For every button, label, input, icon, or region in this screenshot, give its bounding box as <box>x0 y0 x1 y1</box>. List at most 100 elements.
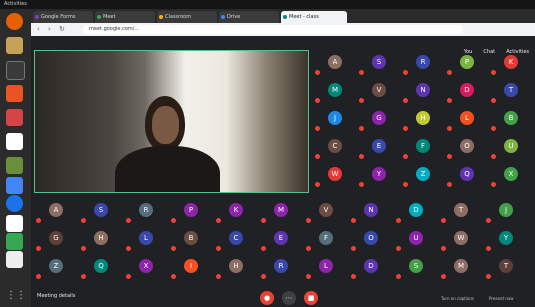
participant-tile[interactable]: N <box>401 82 446 105</box>
participant-tile[interactable]: W <box>313 166 358 189</box>
participant-tile[interactable]: J <box>484 202 529 225</box>
forward-icon[interactable]: › <box>48 25 51 34</box>
participant-tile[interactable]: U <box>489 138 534 161</box>
participant-tile[interactable]: T <box>484 258 529 281</box>
app-icon[interactable] <box>6 109 23 126</box>
participant-tile[interactable]: D <box>394 202 439 225</box>
avatar: F <box>416 139 430 153</box>
participant-tile[interactable]: E <box>259 230 304 253</box>
participant-tile[interactable]: C <box>214 230 259 253</box>
participant-tile[interactable]: Z <box>34 258 79 281</box>
docs-icon[interactable] <box>6 177 23 194</box>
more-options-button[interactable]: ⋯ <box>282 291 296 305</box>
participant-tile[interactable]: M <box>313 82 358 105</box>
browser-tab[interactable]: Google Forms <box>33 11 93 23</box>
mic-off-button[interactable]: ● <box>260 291 274 305</box>
software-icon[interactable] <box>6 85 23 102</box>
participant-tile[interactable]: B <box>169 230 214 253</box>
participant-tile[interactable]: V <box>357 82 402 105</box>
participant-tile[interactable]: Y <box>357 166 402 189</box>
participant-tile[interactable]: S <box>394 258 439 281</box>
participant-tile[interactable]: Y <box>484 230 529 253</box>
reload-icon[interactable]: ↻ <box>59 25 65 34</box>
slides-icon[interactable] <box>6 251 23 268</box>
participant-tile[interactable]: S <box>79 202 124 225</box>
participant-tile[interactable]: H <box>79 230 124 253</box>
participant-tile[interactable]: P <box>169 202 214 225</box>
address-bar-row: ‹ › ↻ meet.google.com/... <box>31 23 535 36</box>
avatar: Y <box>372 167 386 181</box>
participant-tile[interactable]: I <box>169 258 214 281</box>
participant-tile[interactable]: L <box>445 110 490 133</box>
participant-tile[interactable]: R <box>124 202 169 225</box>
participant-tile[interactable]: N <box>349 202 394 225</box>
participant-tile[interactable]: B <box>489 110 534 133</box>
participant-tile[interactable]: F <box>304 230 349 253</box>
participant-tile[interactable]: C <box>313 138 358 161</box>
participant-tile[interactable]: K <box>214 202 259 225</box>
participant-tile[interactable]: L <box>304 258 349 281</box>
participant-tile[interactable]: H <box>214 258 259 281</box>
browser-tab[interactable]: Meet <box>95 11 155 23</box>
participant-tile[interactable]: D <box>349 258 394 281</box>
participant-tile[interactable]: T <box>489 82 534 105</box>
participant-tile[interactable]: F <box>401 138 446 161</box>
files-icon[interactable] <box>6 37 23 54</box>
mic-muted-icon <box>306 274 311 279</box>
mic-muted-icon <box>36 218 41 223</box>
participant-tile[interactable]: H <box>401 110 446 133</box>
back-icon[interactable]: ‹ <box>37 25 40 34</box>
captions-button[interactable]: Turn on captions <box>441 296 474 301</box>
browser-tab[interactable]: Classroom <box>157 11 217 23</box>
calendar-icon[interactable] <box>6 157 23 174</box>
present-now-button[interactable]: Present now <box>489 296 514 301</box>
camera-off-button[interactable]: ■ <box>304 291 318 305</box>
avatar: D <box>409 203 423 217</box>
participant-tile[interactable]: E <box>357 138 402 161</box>
participant-tile[interactable]: M <box>439 258 484 281</box>
mic-muted-icon <box>351 246 356 251</box>
avatar: C <box>229 231 243 245</box>
activities-label[interactable]: Activities <box>4 0 27 9</box>
mic-muted-icon <box>171 246 176 251</box>
participant-tile[interactable]: Z <box>401 166 446 189</box>
participant-tile[interactable]: T <box>439 202 484 225</box>
participant-tile[interactable]: U <box>394 230 439 253</box>
avatar: P <box>460 55 474 69</box>
participant-tile[interactable]: J <box>313 110 358 133</box>
participant-tile[interactable]: Q <box>79 258 124 281</box>
participant-tile[interactable]: A <box>34 202 79 225</box>
participant-tile[interactable]: O <box>445 138 490 161</box>
docs-icon[interactable] <box>6 133 23 150</box>
participant-tile[interactable]: G <box>357 110 402 133</box>
firefox-icon[interactable] <box>6 13 23 30</box>
participant-tile[interactable]: Q <box>445 166 490 189</box>
participant-tile[interactable]: P <box>445 54 490 77</box>
participant-tile[interactable]: R <box>401 54 446 77</box>
participant-tile[interactable]: D <box>445 82 490 105</box>
tab-favicon <box>283 15 287 19</box>
browser-tab-active[interactable]: Meet - class <box>281 11 347 23</box>
participant-tile[interactable]: G <box>34 230 79 253</box>
participant-tile[interactable]: O <box>349 230 394 253</box>
participant-tile[interactable]: W <box>439 230 484 253</box>
browser-tab[interactable]: Drive <box>219 11 279 23</box>
participant-tile[interactable]: M <box>259 202 304 225</box>
participant-tile[interactable]: V <box>304 202 349 225</box>
url-input[interactable]: meet.google.com/... <box>83 25 463 34</box>
participant-tile[interactable]: A <box>313 54 358 77</box>
meeting-details-link[interactable]: Meeting details <box>37 293 75 299</box>
presenter-video[interactable] <box>34 50 309 193</box>
participant-tile[interactable]: X <box>489 166 534 189</box>
participant-tile[interactable]: S <box>357 54 402 77</box>
mic-muted-icon <box>441 218 446 223</box>
participant-tile[interactable]: X <box>124 258 169 281</box>
terminal-icon[interactable] <box>6 61 25 80</box>
chrome-icon[interactable] <box>6 195 23 212</box>
participant-tile[interactable]: L <box>124 230 169 253</box>
participant-tile[interactable]: K <box>489 54 534 77</box>
apps-grid-icon[interactable]: ⋮⋮ <box>6 287 26 304</box>
app-icon[interactable] <box>6 215 23 232</box>
participant-tile[interactable]: R <box>259 258 304 281</box>
sheets-icon[interactable] <box>6 233 23 250</box>
